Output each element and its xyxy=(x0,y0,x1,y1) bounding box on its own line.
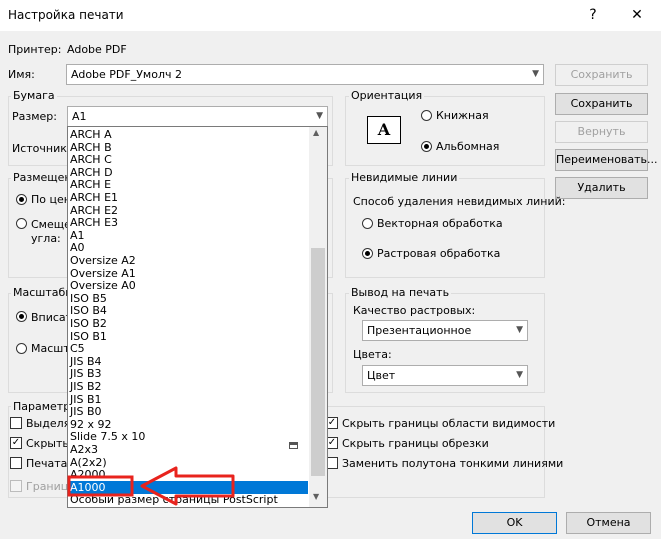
annotation-highlight-box xyxy=(67,475,134,497)
annotation-arrow-icon xyxy=(140,466,235,506)
annotation-overlay xyxy=(67,466,235,506)
